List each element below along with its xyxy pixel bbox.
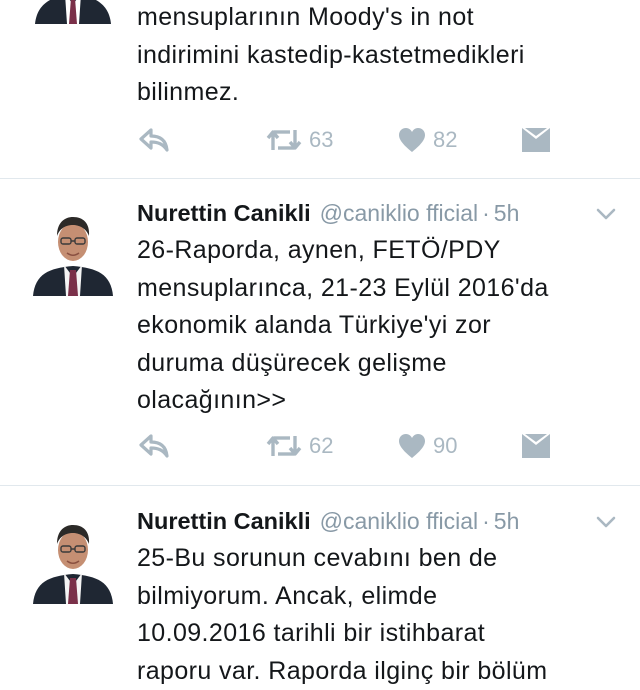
avatar[interactable] [27,204,119,296]
tweet-text: 25-Bu sorunun cevabını ben de bilmiyorum… [137,544,548,685]
direct-message-icon [521,127,551,153]
like-button[interactable]: 90 [398,426,457,466]
avatar[interactable] [27,512,119,604]
reply-button[interactable] [138,426,170,466]
reply-icon [138,127,170,153]
tweet-actions: 62 90 [0,426,640,466]
direct-message-icon [521,433,551,459]
tweet-actions: 63 82 [0,120,640,160]
avatar[interactable] [27,0,119,24]
author-name[interactable]: Nurettin Canikli [137,198,311,228]
timestamp[interactable]: 5h [494,506,520,536]
timestamp[interactable]: 5h [494,198,520,228]
reply-button[interactable] [138,120,170,160]
chevron-down-icon[interactable] [596,515,616,529]
divider [0,485,640,486]
retweet-button[interactable]: 62 [266,426,333,466]
retweet-count: 63 [309,127,334,152]
retweet-icon [266,433,302,459]
tweet-text: 26-Raporda, aynen, FETÖ/PDY mensuplarınc… [137,236,549,414]
retweet-count: 62 [309,433,334,458]
chevron-down-icon[interactable] [596,207,616,221]
separator-dot: · [482,200,490,226]
retweet-button[interactable]: 63 [266,120,333,160]
direct-message-button[interactable] [521,120,551,160]
separator-dot: · [482,508,490,534]
tweet-header: Nurettin Canikli @caniklio fficial · 5h [137,506,519,536]
like-count: 90 [433,433,458,458]
heart-icon [398,433,426,459]
like-count: 82 [433,127,458,152]
reply-icon [138,433,170,459]
heart-icon [398,127,426,153]
tweet-header: Nurettin Canikli @caniklio fficial · 5h [137,198,519,228]
author-name[interactable]: Nurettin Canikli [137,506,311,536]
direct-message-button[interactable] [521,426,551,466]
divider [0,178,640,179]
tweet-text: mensuplarının Moody's in not indirimini … [137,3,525,106]
like-button[interactable]: 82 [398,120,457,160]
author-handle[interactable]: @caniklio fficial [320,198,478,228]
retweet-icon [266,127,302,153]
author-handle[interactable]: @caniklio fficial [320,506,478,536]
